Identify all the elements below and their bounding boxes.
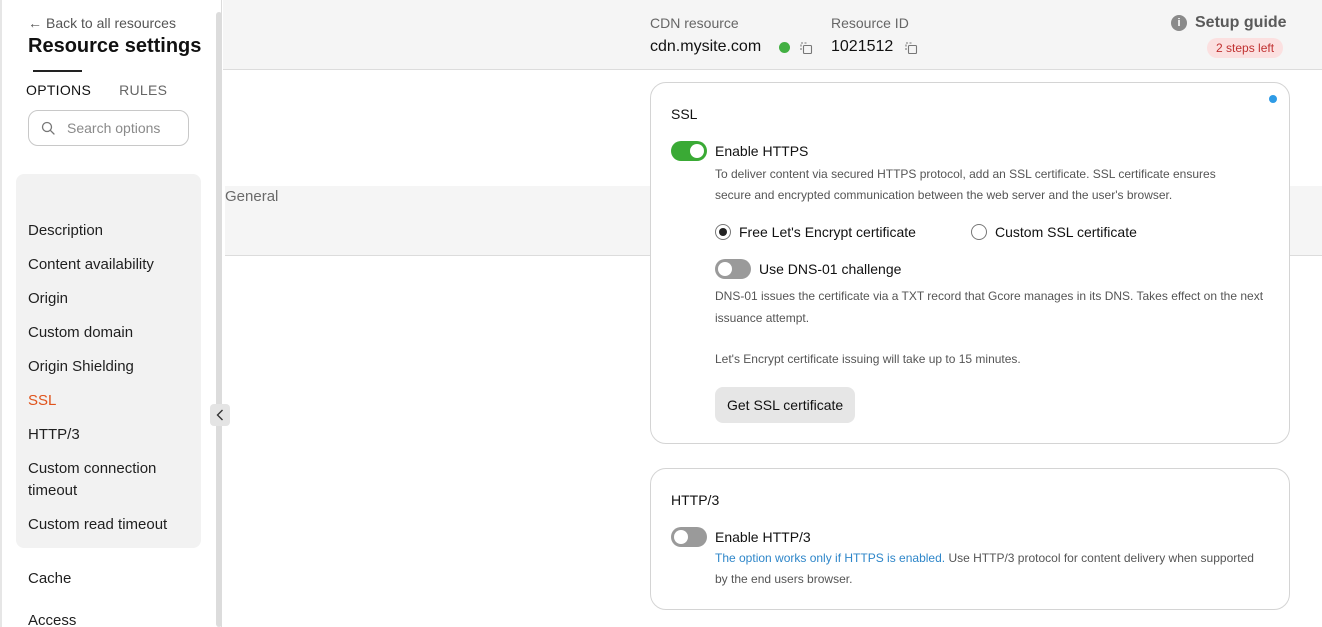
free-lets-encrypt-radio[interactable] [715,224,731,240]
sidebar-item-custom-connection-timeout[interactable]: Custom connection timeout [28,458,178,502]
resource-id-label: Resource ID [831,15,909,31]
resource-id-value: 1021512 [831,38,894,55]
info-icon: i [1171,15,1187,31]
chevron-left-icon [216,409,223,421]
page-title: Resource settings [28,35,202,57]
active-tab-indicator [33,70,82,72]
free-lets-encrypt-label[interactable]: Free Let's Encrypt certificate [739,224,916,240]
enable-http3-description: The option works only if HTTPS is enable… [715,548,1265,590]
sidebar-item-http3[interactable]: HTTP/3 [28,424,80,446]
steps-left-badge: 2 steps left [1207,38,1284,58]
tab-rules[interactable]: RULES [119,82,167,98]
sidebar-item-origin[interactable]: Origin [28,288,68,310]
search-icon [41,121,55,135]
back-to-resources-link[interactable]: ← Back to all resources [28,15,176,31]
search-box[interactable] [28,110,189,146]
cdn-resource-value: cdn.mysite.com [650,38,762,55]
sidebar-item-ssl[interactable]: SSL [28,390,56,412]
arrow-left-icon: ← [28,15,42,31]
enable-https-description: To deliver content via secured HTTPS pro… [715,167,1216,202]
http3-card: HTTP/3 Enable HTTP/3 The option works on… [650,468,1290,610]
custom-ssl-label[interactable]: Custom SSL certificate [995,224,1137,240]
back-link-label: Back to all resources [46,15,176,31]
sidebar-section-access[interactable]: Access [28,610,76,627]
copy-icon[interactable] [799,41,813,55]
enable-https-toggle[interactable] [671,141,707,161]
http3-card-title: HTTP/3 [671,492,720,508]
dns-01-challenge-label: Use DNS-01 challenge [759,261,902,277]
sidebar-item-content-availability[interactable]: Content availability [28,254,154,276]
ssl-card-title: SSL [671,106,698,122]
issuing-time-note: Let's Encrypt certificate issuing will t… [715,352,1021,366]
sidebar-item-custom-read-timeout[interactable]: Custom read timeout [28,514,167,536]
ssl-card: SSL Enable HTTPS To deliver content via … [650,82,1290,444]
status-active-indicator [779,42,790,53]
setup-guide-button[interactable]: i Setup guide [1171,14,1287,32]
unsaved-changes-dot [1269,95,1277,103]
https-requirement-link[interactable]: The option works only if HTTPS is enable… [715,551,945,565]
sidebar: ← Back to all resources Resource setting… [0,0,1322,627]
collapse-sidebar-button[interactable] [210,404,230,426]
dns-01-description: DNS-01 issues the certificate via a TXT … [715,289,1264,325]
get-ssl-certificate-button[interactable]: Get SSL certificate [715,387,856,423]
copy-icon[interactable] [904,41,918,55]
dns-01-challenge-toggle[interactable] [715,259,751,279]
setup-guide-label: Setup guide [1195,14,1287,31]
sidebar-section-cache[interactable]: Cache [28,568,71,590]
sidebar-tabs: OPTIONS RULES [26,82,167,98]
resource-header: CDN resource cdn.mysite.com Resource ID … [223,0,1322,70]
custom-ssl-radio[interactable] [971,224,987,240]
search-input[interactable] [67,120,177,136]
enable-http3-label: Enable HTTP/3 [715,529,811,545]
sidebar-item-custom-domain[interactable]: Custom domain [28,322,133,344]
sidebar-item-description[interactable]: Description [28,220,103,242]
tab-options[interactable]: OPTIONS [26,82,91,98]
sidebar-scrollbar[interactable] [216,12,222,627]
cdn-resource-label: CDN resource [650,15,739,31]
sidebar-item-origin-shielding[interactable]: Origin Shielding [28,356,134,378]
enable-http3-toggle[interactable] [671,527,707,547]
enable-https-label: Enable HTTPS [715,143,809,159]
